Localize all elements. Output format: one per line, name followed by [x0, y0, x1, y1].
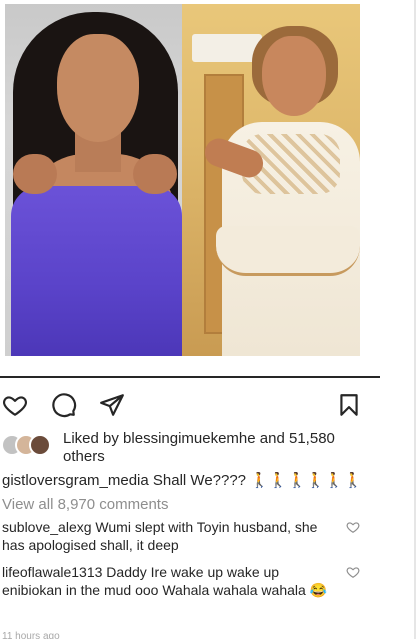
page-edge: [414, 0, 416, 639]
caption-emoji: 🚶🚶🚶🚶🚶🚶: [250, 472, 363, 489]
post-photo-left: [5, 4, 182, 356]
paper-plane-icon[interactable]: [99, 392, 125, 418]
comment-username[interactable]: lifeoflawale1313: [2, 564, 102, 580]
view-all-comments-link[interactable]: View all 8,970 comments: [2, 496, 168, 514]
bookmark-icon[interactable]: [336, 392, 362, 418]
liker-username[interactable]: blessingimuekemhe: [123, 430, 256, 447]
liker-avatars: [1, 434, 55, 456]
likes-summary: Liked by blessingimuekemhe and 51,580 oth…: [63, 430, 373, 466]
comment: sublove_alexg Wumi slept with Toyin husb…: [2, 518, 372, 554]
likes-middle: and: [255, 430, 289, 447]
avatar: [29, 434, 51, 456]
post-divider: [0, 376, 380, 378]
likes-prefix: Liked by: [63, 430, 124, 447]
comment-like-icon[interactable]: [346, 565, 360, 579]
post-timestamp: 11 hours ago: [2, 631, 60, 639]
post-photo-right: [182, 4, 360, 356]
post-action-bar: [0, 392, 380, 418]
comment-bubble-icon[interactable]: [51, 392, 77, 418]
post-photo-collage[interactable]: [5, 4, 360, 356]
likes-count[interactable]: 51,580: [289, 430, 335, 447]
caption-username[interactable]: gistloversgram_media: [2, 472, 149, 489]
likes-row[interactable]: Liked by blessingimuekemhe and 51,580 oth…: [0, 430, 380, 466]
caption-text: Shall We????: [152, 472, 247, 489]
comment-like-icon[interactable]: [346, 520, 360, 534]
comment: lifeoflawale1313 Daddy Ire wake up wake …: [2, 563, 372, 599]
comment-username[interactable]: sublove_alexg: [2, 519, 92, 535]
heart-outline-icon[interactable]: [2, 392, 28, 418]
post-caption: gistloversgram_media Shall We???? 🚶🚶🚶🚶🚶🚶: [2, 472, 377, 490]
likes-suffix: others: [63, 448, 105, 465]
